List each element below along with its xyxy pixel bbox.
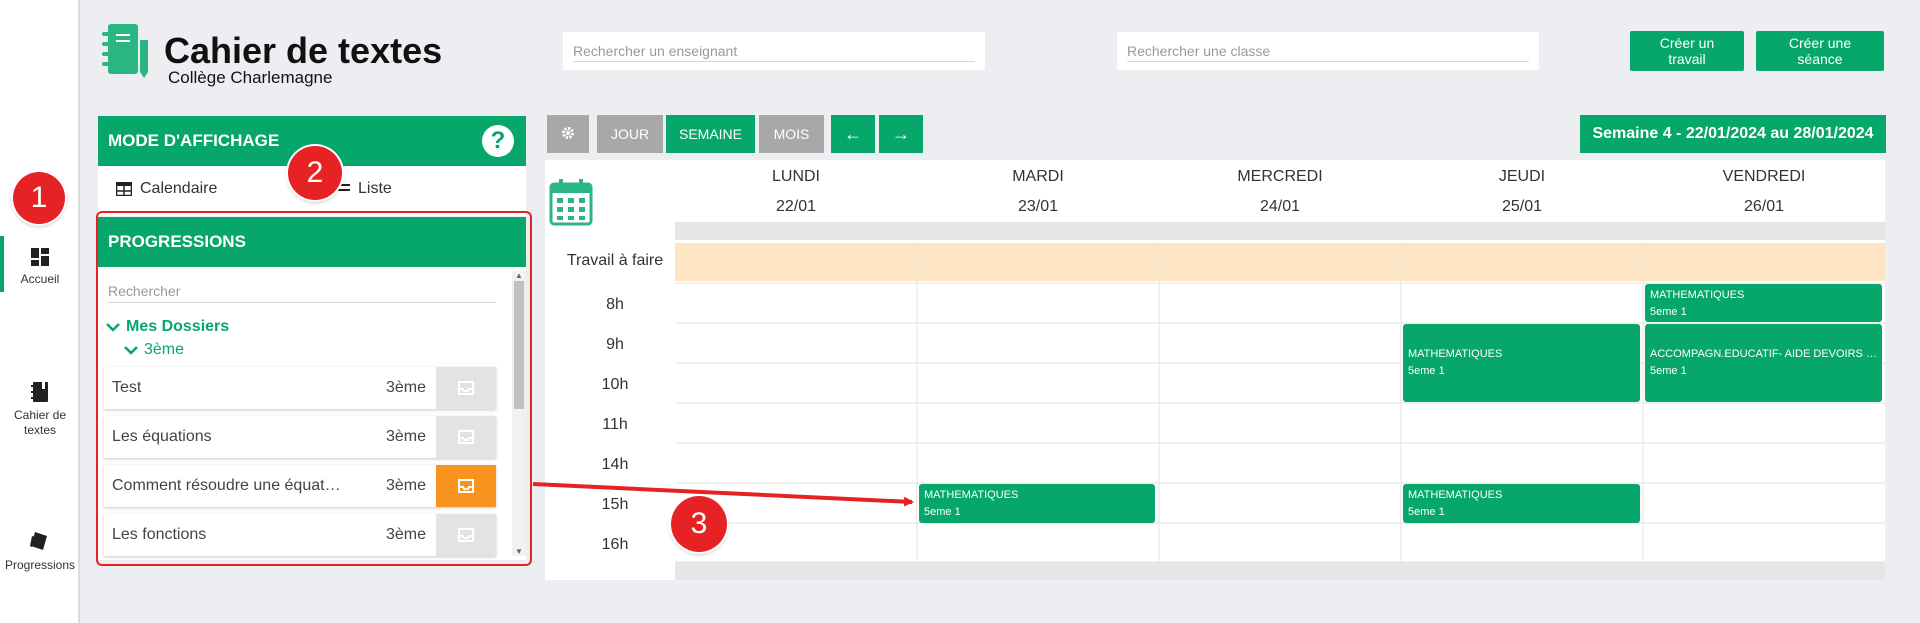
settings-button[interactable] [547,115,589,153]
day-name: JEUDI [1498,168,1546,185]
week-label: Semaine 4 - 22/01/2024 au 28/01/2024 [1580,115,1886,153]
teacher-search-input[interactable] [573,40,975,62]
teacher-search [563,32,985,70]
create-session-button[interactable]: Créer une séance [1756,31,1884,71]
tab-calendaire[interactable]: Calendaire [116,180,217,198]
notebook-icon [31,382,48,402]
nav-progressions[interactable]: Progressions [0,532,80,572]
day-name: LUNDI [771,168,820,185]
event-class: 5eme 1 [1650,306,1687,318]
tab-liste-label: Liste [358,180,392,197]
hour-label: 8h [606,296,624,313]
event-title: MATHEMATIQUES [1408,348,1503,360]
event-class: 5eme 1 [924,506,961,518]
nav-label: Accueil [20,272,60,286]
calendar-event[interactable]: MATHEMATIQUES 5eme 1 [1403,484,1640,523]
annotation-badge-1: 1 [13,172,65,224]
view-day-button[interactable]: JOUR [597,115,663,153]
day-date: 24/01 [1259,198,1301,215]
day-date: 23/01 [1017,198,1059,215]
hour-label: 10h [601,376,629,393]
annotation-highlight-box [96,211,532,566]
notebook-logo-icon [102,24,148,78]
annotation-badge-3: 3 [671,496,727,552]
day-date: 22/01 [775,198,817,215]
dashboard-icon [31,248,49,266]
day-header-vendredi: VENDREDI 26/01 [1643,168,1885,216]
create-work-button[interactable]: Créer un travail [1630,31,1744,71]
calendar-event[interactable]: MATHEMATIQUES 5eme 1 [919,484,1155,523]
app-title: Cahier de textes [164,30,443,71]
hour-label: 14h [601,456,629,473]
nav-label: Cahier de textes [13,408,67,437]
stack-icon [30,532,47,550]
nav-accueil[interactable]: Accueil [0,236,80,292]
table-icon [116,182,132,196]
day-name: MERCREDI [1237,168,1323,185]
day-date: 26/01 [1743,198,1785,215]
calendar-event[interactable]: MATHEMATIQUES 5eme 1 [1645,284,1882,322]
nav-cahier-de-textes[interactable]: Cahier de textes [0,382,80,438]
day-header-jeudi: JEUDI 25/01 [1401,168,1643,216]
event-title: MATHEMATIQUES [1408,489,1503,501]
day-header-mercredi: MERCREDI 24/01 [1159,168,1401,216]
event-class: 5eme 1 [1408,506,1445,518]
next-week-button[interactable]: → [879,115,923,153]
gear-icon [562,126,574,139]
event-title: MATHEMATIQUES [924,489,1019,501]
calendar-icon [549,179,593,226]
hour-label: 16h [601,536,629,553]
day-header-lundi: LUNDI 22/01 [675,168,917,216]
class-search [1117,32,1539,70]
class-search-input[interactable] [1127,40,1529,62]
school-name: Collège Charlemagne [168,68,333,87]
tab-liste[interactable]: Liste [334,180,392,198]
help-icon[interactable]: ? [482,125,514,157]
day-name: VENDREDI [1722,168,1806,185]
view-month-button[interactable]: MOIS [759,115,824,153]
day-name: MARDI [1012,168,1064,185]
day-date: 25/01 [1501,198,1543,215]
event-title: ACCOMPAGN.EDUCATIF- AIDE DEVOIRS LEC... [1650,348,1877,360]
todo-row-label: Travail à faire [566,252,664,269]
hour-label: 9h [606,336,624,353]
event-class: 5eme 1 [1650,365,1687,377]
display-mode-title: MODE D'AFFICHAGE [108,131,280,150]
hour-label: 15h [601,496,629,513]
view-week-button[interactable]: SEMAINE [666,115,755,153]
hour-label: 11h [602,416,628,433]
annotation-badge-2: 2 [288,146,342,200]
calendar-event[interactable]: ACCOMPAGN.EDUCATIF- AIDE DEVOIRS LEC... … [1645,324,1882,402]
left-navigation: Accueil Cahier de textes Progressions [0,0,80,623]
event-class: 5eme 1 [1408,365,1445,377]
event-title: MATHEMATIQUES [1650,289,1745,301]
day-header-mardi: MARDI 23/01 [917,168,1159,216]
tab-calendaire-label: Calendaire [140,180,218,197]
calendar-event[interactable]: MATHEMATIQUES 5eme 1 [1403,324,1640,402]
previous-week-button[interactable]: ← [831,115,875,153]
nav-label: Progressions [4,558,76,572]
